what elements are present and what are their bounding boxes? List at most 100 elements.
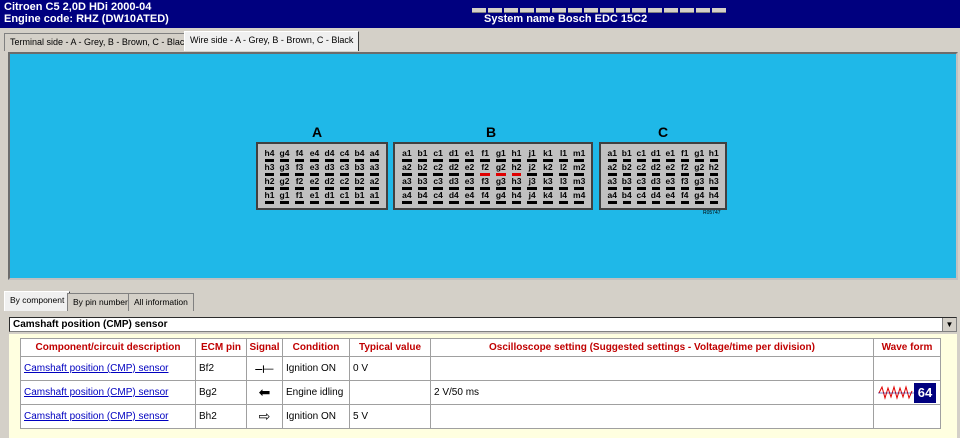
- pin-c-e3[interactable]: e3: [663, 176, 678, 190]
- pin-a-h2[interactable]: h2: [262, 176, 277, 190]
- pin-c-c1[interactable]: c1: [634, 148, 649, 162]
- pin-a-e4[interactable]: e4: [307, 148, 322, 162]
- component-link[interactable]: Camshaft position (CMP) sensor: [24, 387, 169, 398]
- pin-c-e4[interactable]: e4: [663, 190, 678, 204]
- pin-c-f2[interactable]: f2: [678, 162, 693, 176]
- pin-a-a4[interactable]: a4: [367, 148, 382, 162]
- pin-a-a2[interactable]: a2: [367, 176, 382, 190]
- pin-b-a4[interactable]: a4: [399, 190, 415, 204]
- pin-a-b3[interactable]: b3: [352, 162, 367, 176]
- pin-a-h3[interactable]: h3: [262, 162, 277, 176]
- pin-b-h1[interactable]: h1: [509, 148, 525, 162]
- pin-c-g1[interactable]: g1: [692, 148, 707, 162]
- pin-b-b1[interactable]: b1: [415, 148, 431, 162]
- pin-c-b3[interactable]: b3: [620, 176, 635, 190]
- pin-b-g2[interactable]: g2: [493, 162, 509, 176]
- pin-a-f2[interactable]: f2: [292, 176, 307, 190]
- pin-b-f4[interactable]: f4: [477, 190, 493, 204]
- toolbar-button[interactable]: [680, 8, 694, 13]
- pin-a-b1[interactable]: b1: [352, 190, 367, 204]
- pin-b-e3[interactable]: e3: [462, 176, 478, 190]
- pin-b-j3[interactable]: j3: [524, 176, 540, 190]
- pin-c-f1[interactable]: f1: [678, 148, 693, 162]
- pin-b-l1[interactable]: l1: [556, 148, 572, 162]
- pin-a-d1[interactable]: d1: [322, 190, 337, 204]
- pin-b-k4[interactable]: k4: [540, 190, 556, 204]
- pin-b-l2[interactable]: l2: [556, 162, 572, 176]
- pin-c-c2[interactable]: c2: [634, 162, 649, 176]
- pin-b-m1[interactable]: m1: [571, 148, 587, 162]
- pin-b-f1[interactable]: f1: [477, 148, 493, 162]
- pin-c-g4[interactable]: g4: [692, 190, 707, 204]
- pin-a-f3[interactable]: f3: [292, 162, 307, 176]
- pin-c-h3[interactable]: h3: [707, 176, 722, 190]
- component-select[interactable]: Camshaft position (CMP) sensor ▼: [9, 317, 957, 332]
- pin-a-a3[interactable]: a3: [367, 162, 382, 176]
- pin-c-a1[interactable]: a1: [605, 148, 620, 162]
- pin-c-h2[interactable]: h2: [707, 162, 722, 176]
- pin-a-c4[interactable]: c4: [337, 148, 352, 162]
- pin-b-m3[interactable]: m3: [571, 176, 587, 190]
- pin-a-d4[interactable]: d4: [322, 148, 337, 162]
- pin-c-d1[interactable]: d1: [649, 148, 664, 162]
- pin-c-d4[interactable]: d4: [649, 190, 664, 204]
- pin-a-e3[interactable]: e3: [307, 162, 322, 176]
- pin-c-h1[interactable]: h1: [707, 148, 722, 162]
- pin-b-a2[interactable]: a2: [399, 162, 415, 176]
- pin-b-c4[interactable]: c4: [430, 190, 446, 204]
- pin-b-d4[interactable]: d4: [446, 190, 462, 204]
- pin-b-j2[interactable]: j2: [524, 162, 540, 176]
- pin-c-g3[interactable]: g3: [692, 176, 707, 190]
- pin-b-l3[interactable]: l3: [556, 176, 572, 190]
- pin-c-f4[interactable]: f4: [678, 190, 693, 204]
- toolbar-button[interactable]: [664, 8, 678, 13]
- pin-b-b3[interactable]: b3: [415, 176, 431, 190]
- pin-c-d2[interactable]: d2: [649, 162, 664, 176]
- pin-b-m2[interactable]: m2: [571, 162, 587, 176]
- pin-a-h4[interactable]: h4: [262, 148, 277, 162]
- pin-b-e2[interactable]: e2: [462, 162, 478, 176]
- waveform-thumbnail[interactable]: 64: [878, 382, 936, 403]
- pin-b-k3[interactable]: k3: [540, 176, 556, 190]
- pin-b-g3[interactable]: g3: [493, 176, 509, 190]
- pin-b-e4[interactable]: e4: [462, 190, 478, 204]
- pin-a-h1[interactable]: h1: [262, 190, 277, 204]
- pin-a-d3[interactable]: d3: [322, 162, 337, 176]
- toolbar-button[interactable]: [696, 8, 710, 13]
- pin-b-f3[interactable]: f3: [477, 176, 493, 190]
- pin-a-c2[interactable]: c2: [337, 176, 352, 190]
- pin-c-f3[interactable]: f3: [678, 176, 693, 190]
- pin-b-g1[interactable]: g1: [493, 148, 509, 162]
- pin-c-b4[interactable]: b4: [620, 190, 635, 204]
- toolbar-button[interactable]: [648, 8, 662, 13]
- pin-c-b1[interactable]: b1: [620, 148, 635, 162]
- pin-b-e1[interactable]: e1: [462, 148, 478, 162]
- pin-c-e2[interactable]: e2: [663, 162, 678, 176]
- tab-wire-side[interactable]: Wire side - A - Grey, B - Brown, C - Bla…: [184, 31, 360, 51]
- component-link[interactable]: Camshaft position (CMP) sensor: [24, 411, 169, 422]
- pin-b-f2[interactable]: f2: [477, 162, 493, 176]
- component-link[interactable]: Camshaft position (CMP) sensor: [24, 363, 169, 374]
- pin-a-d2[interactable]: d2: [322, 176, 337, 190]
- pin-b-j1[interactable]: j1: [524, 148, 540, 162]
- pin-b-d2[interactable]: d2: [446, 162, 462, 176]
- pin-c-c4[interactable]: c4: [634, 190, 649, 204]
- pin-a-g4[interactable]: g4: [277, 148, 292, 162]
- pin-c-h4[interactable]: h4: [707, 190, 722, 204]
- pin-b-a1[interactable]: a1: [399, 148, 415, 162]
- tab-by-component[interactable]: By component: [4, 291, 71, 311]
- tab-all-information[interactable]: All information: [128, 293, 194, 311]
- pin-b-b2[interactable]: b2: [415, 162, 431, 176]
- pin-c-a2[interactable]: a2: [605, 162, 620, 176]
- pin-a-c3[interactable]: c3: [337, 162, 352, 176]
- pin-b-d1[interactable]: d1: [446, 148, 462, 162]
- pin-b-d3[interactable]: d3: [446, 176, 462, 190]
- tab-terminal-side[interactable]: Terminal side - A - Grey, B - Brown, C -…: [4, 33, 195, 51]
- pin-a-b4[interactable]: b4: [352, 148, 367, 162]
- pin-c-a4[interactable]: a4: [605, 190, 620, 204]
- pin-a-c1[interactable]: c1: [337, 190, 352, 204]
- pin-b-m4[interactable]: m4: [571, 190, 587, 204]
- pin-a-f4[interactable]: f4: [292, 148, 307, 162]
- pin-a-a1[interactable]: a1: [367, 190, 382, 204]
- pin-b-k2[interactable]: k2: [540, 162, 556, 176]
